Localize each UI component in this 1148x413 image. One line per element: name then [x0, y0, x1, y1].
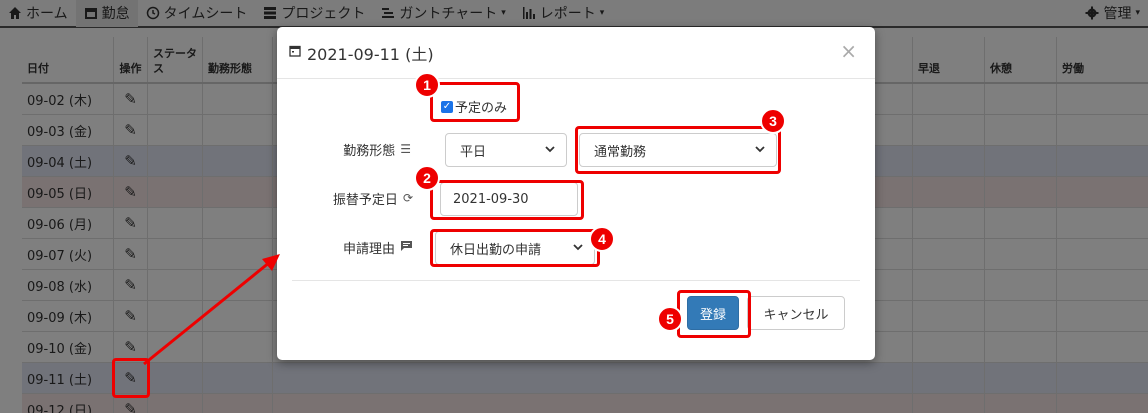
annotation-badge-5: 5 — [657, 306, 683, 332]
highlight-transfer-date — [430, 180, 584, 220]
highlight-edit-pencil — [112, 358, 150, 398]
highlight-reason — [430, 229, 600, 267]
annotation-badge-4: 4 — [589, 226, 615, 252]
highlight-plan-only — [430, 82, 520, 122]
annotation-badge-1: 1 — [414, 72, 440, 98]
annotation-badge-2: 2 — [414, 165, 440, 191]
highlight-work-pattern — [575, 126, 781, 174]
highlight-submit — [677, 290, 751, 338]
annotation-badge-3: 3 — [760, 108, 786, 134]
